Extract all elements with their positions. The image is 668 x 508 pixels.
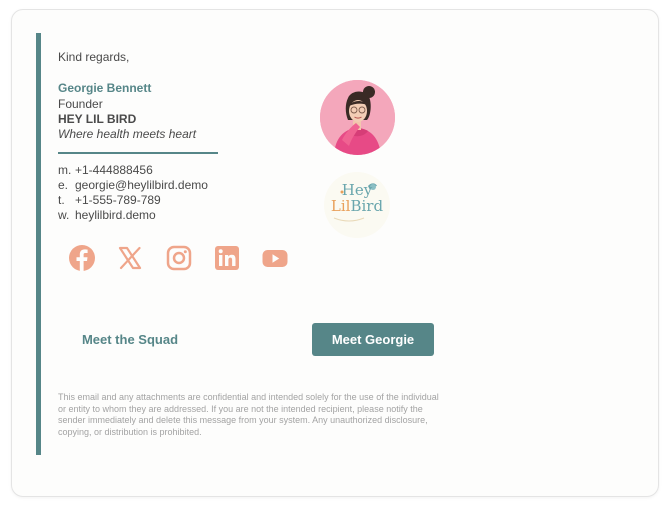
youtube-icon[interactable]	[261, 244, 289, 272]
contact-value: heylilbird.demo	[75, 208, 156, 222]
logo-text-bird: Bird	[350, 197, 384, 215]
contact-email[interactable]: e. georgie@heylilbird.demo	[58, 178, 208, 192]
contact-telephone[interactable]: t. +1-555-789-789	[58, 193, 161, 207]
confidentiality-disclaimer: This email and any attachments are confi…	[58, 392, 439, 437]
facebook-icon[interactable]	[68, 244, 96, 272]
sender-name: Georgie Bennett	[58, 81, 152, 95]
meet-the-squad-button[interactable]: Meet the Squad	[58, 323, 202, 356]
x-icon[interactable]	[116, 244, 144, 272]
contact-key: t.	[58, 193, 65, 207]
contact-key: w.	[58, 208, 70, 222]
sender-role: Founder	[58, 97, 103, 111]
divider	[58, 152, 218, 154]
meet-georgie-button[interactable]: Meet Georgie	[312, 323, 434, 356]
profile-photo	[320, 80, 395, 155]
instagram-icon[interactable]	[165, 244, 193, 272]
greeting: Kind regards,	[58, 50, 130, 64]
logo-text-lil: Lil	[330, 197, 351, 215]
logo-text-hey: Hey	[341, 181, 373, 199]
company-logo: Hey LilBird	[324, 172, 390, 238]
linkedin-icon[interactable]	[213, 244, 241, 272]
contact-key: e.	[58, 178, 69, 192]
contact-value: +1-444888456	[75, 163, 153, 177]
contact-mobile[interactable]: m. +1-444888456	[58, 163, 153, 177]
contact-key: m.	[58, 163, 72, 177]
contact-website[interactable]: w. heylilbird.demo	[58, 208, 156, 222]
accent-bar	[36, 33, 41, 455]
contact-value: +1-555-789-789	[75, 193, 161, 207]
company-name: HEY LIL BIRD	[58, 112, 137, 126]
company-tagline: Where health meets heart	[58, 127, 197, 141]
contact-value: georgie@heylilbird.demo	[75, 178, 208, 192]
